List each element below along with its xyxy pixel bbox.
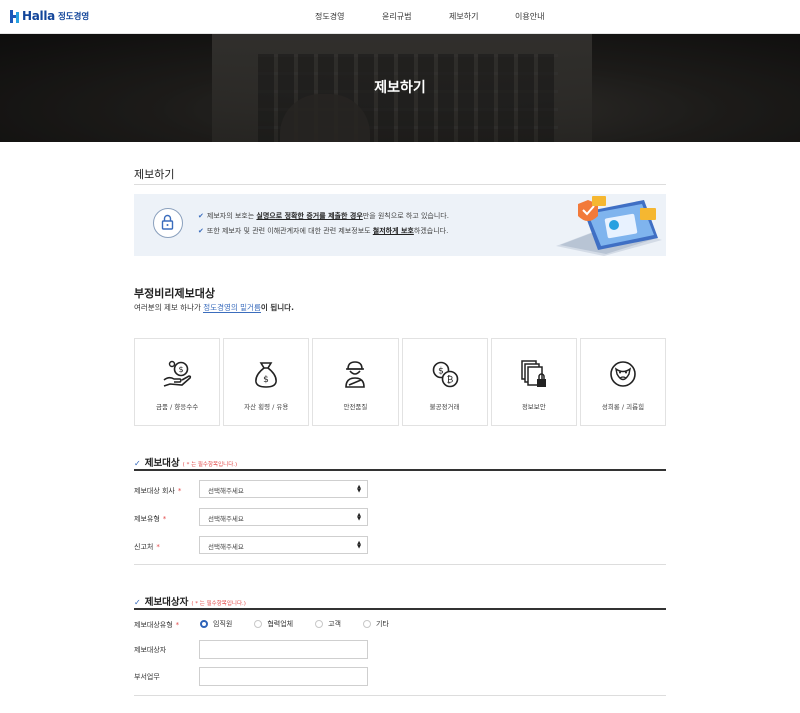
chevron-check-icon: ✓ (134, 598, 141, 607)
divider (134, 564, 666, 565)
select-arrows-icon: ▲ ▼ (357, 484, 361, 494)
chevron-check-icon: ✓ (134, 459, 141, 468)
check-icon: ✔ (198, 212, 204, 220)
logo-text: Halla (22, 9, 55, 23)
money-hand-icon: $ (163, 360, 192, 387)
company-select[interactable]: 선택해주세요 ▲ ▼ (199, 480, 368, 498)
select-arrows-icon: ▲ ▼ (357, 540, 361, 550)
radio-partner[interactable]: 협력업체 (254, 619, 293, 629)
select-arrows-icon: ▲ ▼ (357, 512, 361, 522)
field-label-report-to: 신고처 * (134, 543, 160, 551)
notice-line-1: ✔ 제보자의 보호는 실명으로 정확한 증거를 제출한 경우만을 원칙으로 하고 … (198, 212, 449, 220)
angry-face-icon (610, 361, 636, 387)
halla-logo-mark-icon (10, 9, 20, 23)
field-label-company: 제보대상 회사 * (134, 487, 182, 495)
page-title: 제보하기 (134, 168, 175, 181)
svg-text:₿: ₿ (446, 375, 453, 386)
radio-unselected-icon[interactable] (362, 620, 371, 628)
category-label: 자산 횡령 / 유용 (244, 403, 289, 411)
security-illustration-icon (556, 196, 662, 256)
category-label: 정보보안 (521, 403, 546, 411)
nav-report[interactable]: 제보하기 (449, 11, 478, 22)
hero-title: 제보하기 (374, 80, 426, 96)
radio-unselected-icon[interactable] (315, 620, 324, 628)
category-safety-quality[interactable]: 안전품질 (312, 338, 399, 426)
divider (134, 184, 666, 185)
nav-guide[interactable]: 이용안내 (515, 11, 544, 22)
report-targets-title: 부정비리제보대상 (134, 287, 215, 300)
report-type-select[interactable]: 선택해주세요 ▲ ▼ (199, 508, 368, 526)
radio-unselected-icon[interactable] (254, 620, 263, 628)
category-embezzlement[interactable]: $ 자산 횡령 / 유용 (223, 338, 310, 426)
logo-subtitle: 정도경영 (57, 12, 90, 22)
money-bag-icon: $ (255, 362, 278, 388)
reporter-protection-notice: ✔ 제보자의 보호는 실명으로 정확한 증거를 제출한 경우만을 원칙으로 하고 … (134, 194, 666, 256)
subject-name-input[interactable] (199, 640, 368, 659)
halla-logo[interactable]: Halla 정도경영 (10, 9, 89, 23)
lock-icon (153, 208, 183, 238)
divider (134, 469, 666, 471)
category-label: 안전품질 (343, 403, 368, 411)
category-label: 금품 / 향응수수 (155, 403, 199, 411)
radio-other[interactable]: 기타 (362, 619, 389, 629)
radio-employee[interactable]: 임직원 (200, 619, 232, 629)
category-harassment[interactable]: 성희롱 / 괴롭힘 (579, 338, 667, 426)
report-targets-subtitle: 여러분의 제보 하나가 정도경영의 밑거름이 됩니다. (134, 303, 294, 313)
coins-exchange-icon: $ ₿ (432, 361, 458, 388)
radio-customer[interactable]: 고객 (315, 619, 341, 629)
department-input[interactable] (199, 667, 368, 686)
field-label-report-type: 제보유형 * (134, 515, 167, 523)
report-to-select[interactable]: 선택해주세요 ▲ ▼ (199, 536, 368, 554)
nav-ethics-code[interactable]: 윤리규범 (382, 11, 411, 22)
report-category-grid: $ 금품 / 향응수수 $ 자산 횡령 / 유용 안전품질 $ ₿ 불공정거래 … (134, 338, 667, 426)
nav-ethics-management[interactable]: 정도경영 (315, 11, 344, 22)
notice-line-2: ✔ 또한 제보자 및 관련 이해관계자에 대한 관련 제보정보도 철저하게 보호하… (198, 227, 449, 235)
field-label-subject-name: 제보대상자 (134, 646, 167, 654)
category-label: 성희롱 / 괴롭힘 (601, 403, 645, 411)
svg-text:$: $ (263, 375, 269, 385)
radio-selected-icon[interactable] (200, 620, 208, 628)
divider (134, 695, 666, 696)
safety-worker-icon (345, 361, 366, 388)
category-unfair-trade[interactable]: $ ₿ 불공정거래 (401, 338, 488, 426)
category-label: 불공정거래 (429, 403, 460, 411)
check-icon: ✔ (198, 227, 204, 235)
subject-type-radio-group: 임직원 협력업체 고객 기타 (200, 619, 411, 629)
form-section-title-subject: ✓ 제보대상자( * 는 필수항목입니다.) (134, 597, 246, 608)
site-header: Halla 정도경영 정도경영 윤리규범 제보하기 이용안내 (0, 0, 800, 34)
category-bribery[interactable]: $ 금품 / 향응수수 (134, 338, 221, 426)
hero-banner: 제보하기 (0, 34, 800, 142)
svg-text:$: $ (179, 365, 184, 374)
divider (134, 608, 666, 610)
category-info-security[interactable]: 정보보안 (490, 338, 577, 426)
field-label-department: 부서업무 (134, 673, 160, 681)
form-section-title-target: ✓ 제보대상( * 는 필수항목입니다.) (134, 458, 238, 469)
document-lock-icon (521, 360, 546, 387)
field-label-subject-type: 제보대상유형 * (134, 621, 180, 629)
